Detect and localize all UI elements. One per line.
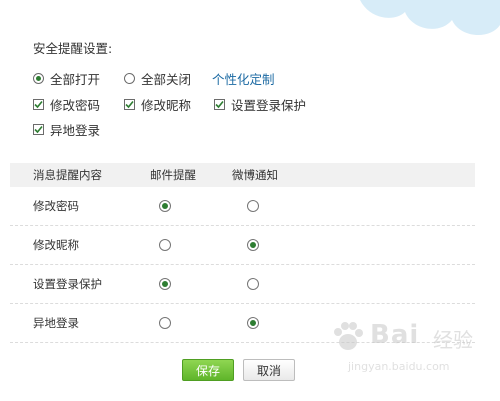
save-button[interactable]: 保存 <box>182 359 234 381</box>
row-label: 修改昵称 <box>33 238 79 252</box>
weibo-radio[interactable] <box>247 200 259 212</box>
weibo-radio[interactable] <box>247 317 259 329</box>
radio-all-on-label: 全部打开 <box>50 72 101 87</box>
email-radio[interactable] <box>159 239 171 251</box>
radio-all-off-label: 全部关闭 <box>141 72 192 87</box>
cloud-decoration <box>350 0 500 60</box>
security-settings-title: 安全提醒设置: <box>33 41 113 56</box>
checkbox-label: 修改昵称 <box>141 98 192 113</box>
row-label: 异地登录 <box>33 316 79 330</box>
checkbox-login-protection[interactable]: 设置登录保护 <box>214 95 306 114</box>
cancel-button[interactable]: 取消 <box>243 359 295 381</box>
custom-settings-link[interactable]: 个性化定制 <box>212 69 275 88</box>
table-row: 设置登录保护 <box>10 265 475 304</box>
checkbox-checked-icon[interactable] <box>33 124 44 135</box>
checkbox-checked-icon[interactable] <box>33 99 44 110</box>
radio-selected-icon[interactable] <box>33 73 44 84</box>
notification-table: 消息提醒内容 邮件提醒 微博通知 修改密码 修改昵称 设置登录保护 异地登录 <box>10 163 475 343</box>
checkbox-remote-login[interactable]: 异地登录 <box>33 120 100 139</box>
watermark-brand: Bai <box>370 320 420 350</box>
baidu-jingyan-watermark: Bai 经验 jingyan.baidu.com <box>330 318 495 380</box>
watermark-url: jingyan.baidu.com <box>348 360 450 373</box>
table-row: 修改昵称 <box>10 226 475 265</box>
checkbox-change-password[interactable]: 修改密码 <box>33 95 100 114</box>
watermark-cn: 经验 <box>433 328 473 352</box>
header-content: 消息提醒内容 <box>33 168 102 182</box>
checkbox-label: 设置登录保护 <box>231 98 307 113</box>
paw-logo-icon <box>334 322 363 350</box>
radio-unselected-icon[interactable] <box>124 73 135 84</box>
radio-all-off[interactable]: 全部关闭 <box>124 69 191 88</box>
checkbox-change-nickname[interactable]: 修改昵称 <box>124 95 191 114</box>
weibo-radio[interactable] <box>247 278 259 290</box>
weibo-radio[interactable] <box>247 239 259 251</box>
email-radio[interactable] <box>159 317 171 329</box>
row-label: 设置登录保护 <box>33 277 102 291</box>
header-email: 邮件提醒 <box>150 168 196 182</box>
table-row: 修改密码 <box>10 187 475 226</box>
checkbox-label: 修改密码 <box>50 98 101 113</box>
email-radio[interactable] <box>159 278 171 290</box>
row-label: 修改密码 <box>33 199 79 213</box>
email-radio[interactable] <box>159 200 171 212</box>
radio-all-on[interactable]: 全部打开 <box>33 69 100 88</box>
checkbox-label: 异地登录 <box>50 123 101 138</box>
checkbox-checked-icon[interactable] <box>214 99 225 110</box>
checkbox-checked-icon[interactable] <box>124 99 135 110</box>
header-weibo: 微博通知 <box>232 168 278 182</box>
table-header: 消息提醒内容 邮件提醒 微博通知 <box>10 163 475 187</box>
